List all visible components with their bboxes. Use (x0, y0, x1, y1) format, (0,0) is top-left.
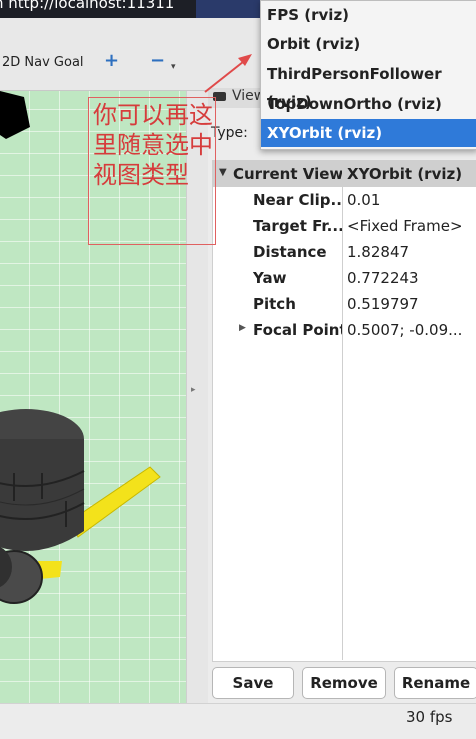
annotation-arrow-layer (204, 54, 252, 93)
annotation-text: 你可以再这里随意选中视图类型 (93, 101, 213, 189)
annotation-arrow (204, 57, 249, 93)
